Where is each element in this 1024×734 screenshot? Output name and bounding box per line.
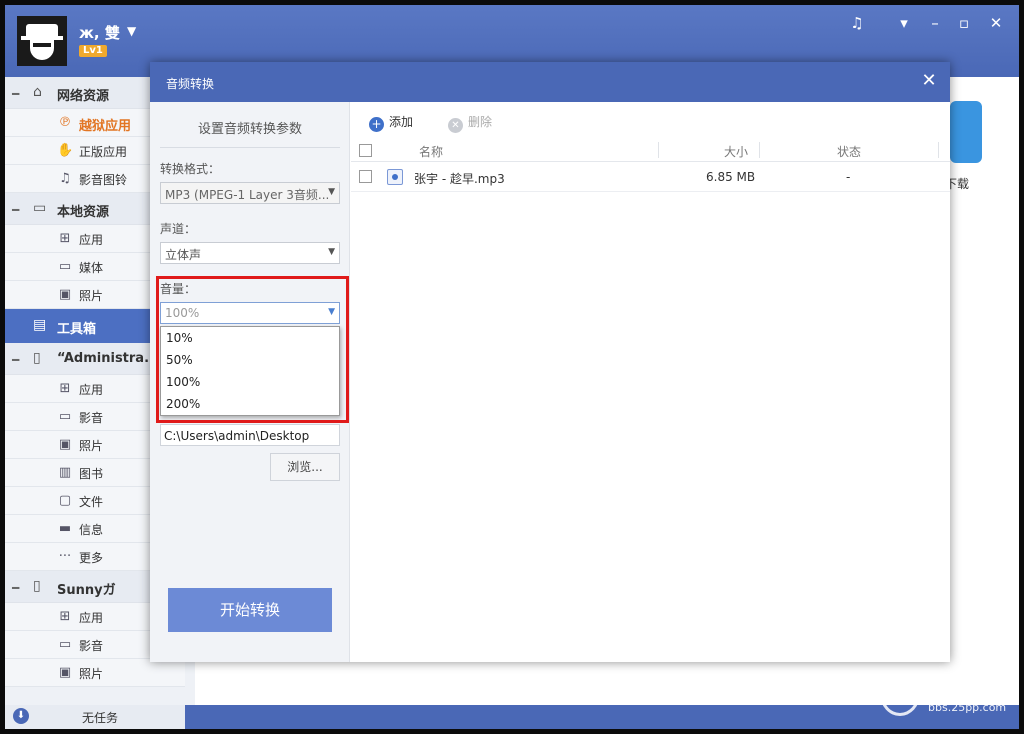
user-menu-caret-icon[interactable]: ▼ bbox=[127, 24, 136, 38]
monitor-icon: ▭ bbox=[33, 200, 47, 216]
file-table: 名称 大小 状态 张宇 - 趁早.mp3 6.85 MB - bbox=[351, 140, 950, 192]
menu-icon[interactable]: ▾ bbox=[892, 13, 916, 33]
audio-file-icon bbox=[387, 169, 403, 185]
photo-icon: ▣ bbox=[58, 665, 72, 680]
sidebar-item-label: 图书 bbox=[79, 467, 104, 481]
add-label: 添加 bbox=[389, 115, 414, 129]
phone-icon: ▯ bbox=[33, 350, 41, 366]
delete-label: 删除 bbox=[468, 115, 493, 129]
sidebar-item-label: 应用 bbox=[79, 383, 104, 397]
panel-title: 设置音频转换参数 bbox=[160, 118, 340, 148]
file-toolbar: + 添加 ✕ 删除 bbox=[351, 102, 950, 140]
pp-logo-icon: P bbox=[880, 672, 920, 716]
photo-icon: ▣ bbox=[58, 287, 72, 302]
output-path-field[interactable]: C:\Users\admin\Desktop bbox=[160, 424, 340, 446]
sidebar-item-label: 照片 bbox=[79, 289, 104, 303]
browse-button[interactable]: 浏览... bbox=[270, 453, 340, 481]
app-store-icon[interactable] bbox=[950, 101, 982, 163]
channel-select[interactable]: 立体声 ▼ bbox=[160, 242, 340, 264]
music-note-icon[interactable]: ♫ bbox=[845, 13, 869, 33]
message-icon: ▬ bbox=[58, 521, 72, 536]
start-convert-button[interactable]: 开始转换 bbox=[168, 588, 332, 632]
sidebar-section-label: 网络资源 bbox=[57, 89, 110, 104]
grid-icon: ⊞ bbox=[59, 609, 71, 624]
select-all-checkbox[interactable] bbox=[359, 144, 372, 157]
download-icon[interactable]: ⬇ bbox=[13, 708, 29, 724]
delete-button[interactable]: ✕ 删除 bbox=[448, 113, 492, 133]
grid-icon: ⊞ bbox=[59, 381, 71, 396]
delete-icon: ✕ bbox=[448, 118, 463, 133]
channel-value: 立体声 bbox=[165, 248, 202, 262]
video-icon: ▭ bbox=[58, 259, 72, 274]
file-name: 张宇 - 趁早.mp3 bbox=[414, 172, 505, 186]
sidebar-item-label: 影音 bbox=[79, 411, 104, 425]
collapse-icon[interactable]: ━ bbox=[12, 353, 19, 367]
sidebar-item-label: 正版应用 bbox=[79, 145, 128, 159]
close-window-icon[interactable]: ✕ bbox=[984, 13, 1008, 33]
sidebar-item-label: 越狱应用 bbox=[79, 119, 132, 134]
table-header: 名称 大小 状态 bbox=[351, 140, 950, 162]
sidebar-item-label: 应用 bbox=[79, 611, 104, 625]
task-status: 无任务 bbox=[82, 711, 119, 725]
sidebar-item-label: 更多 bbox=[79, 551, 104, 565]
close-icon[interactable]: ✕ bbox=[918, 70, 940, 91]
column-header-name[interactable]: 名称 bbox=[419, 143, 443, 160]
grid-icon: ⊞ bbox=[59, 231, 71, 246]
book-icon: ▥ bbox=[58, 465, 72, 480]
file-icon: ▢ bbox=[58, 493, 72, 508]
sidebar-section-label: “Administra... bbox=[57, 351, 159, 366]
sidebar-item-sunny-photos[interactable]: ▣ 照片 bbox=[5, 659, 185, 687]
video-icon: ▭ bbox=[58, 409, 72, 424]
plus-icon: + bbox=[369, 117, 384, 132]
file-status: - bbox=[846, 170, 851, 184]
sidebar-item-label: 影音图铃 bbox=[79, 173, 128, 187]
status-bar: ⬇ 无任务 bbox=[5, 705, 1019, 729]
phone-icon: ▯ bbox=[33, 578, 41, 594]
highlight-annotation bbox=[156, 276, 349, 423]
avatar[interactable] bbox=[17, 16, 67, 66]
sidebar-item-label: 照片 bbox=[79, 667, 104, 681]
collapse-icon[interactable]: ━ bbox=[12, 581, 19, 595]
sidebar-section-label: Sunnyガ bbox=[57, 583, 116, 598]
chevron-down-icon: ▼ bbox=[328, 247, 335, 257]
sidebar-section-label: 工具箱 bbox=[57, 322, 97, 337]
toolbox-icon: ▤ bbox=[33, 317, 47, 333]
column-header-status[interactable]: 状态 bbox=[837, 143, 861, 160]
sidebar-item-label: 文件 bbox=[79, 495, 104, 509]
more-icon: ··· bbox=[58, 549, 72, 564]
format-value: MP3 (MPEG-1 Layer 3音频... bbox=[165, 188, 330, 202]
sidebar-item-label: 应用 bbox=[79, 233, 104, 247]
format-select[interactable]: MP3 (MPEG-1 Layer 3音频... ▼ bbox=[160, 182, 340, 204]
video-icon: ▭ bbox=[58, 637, 72, 652]
column-header-size[interactable]: 大小 bbox=[724, 143, 748, 160]
photo-icon: ▣ bbox=[58, 437, 72, 452]
username[interactable]: ж, 雙 bbox=[79, 22, 120, 43]
channel-label: 声道： bbox=[160, 222, 197, 236]
add-button[interactable]: + 添加 bbox=[369, 113, 413, 132]
maximize-icon[interactable]: ▫ bbox=[952, 13, 976, 33]
collapse-icon[interactable]: ━ bbox=[12, 203, 19, 217]
row-checkbox[interactable] bbox=[359, 170, 372, 183]
table-row[interactable]: 张宇 - 趁早.mp3 6.85 MB - bbox=[351, 162, 950, 192]
pp-icon: ℗ bbox=[58, 115, 72, 130]
home-icon: ⌂ bbox=[33, 84, 42, 100]
collapse-icon[interactable]: ━ bbox=[12, 87, 19, 101]
file-size: 6.85 MB bbox=[706, 170, 756, 184]
watermark-url: bbs.25pp.com bbox=[928, 701, 1007, 714]
thumbs-up-icon: ✋ bbox=[57, 143, 74, 158]
format-label: 转换格式： bbox=[160, 162, 221, 176]
sidebar-item-label: 信息 bbox=[79, 523, 104, 537]
sidebar-item-label: 影音 bbox=[79, 639, 104, 653]
sidebar-item-label: 媒体 bbox=[79, 261, 104, 275]
level-badge: Lv1 bbox=[79, 45, 107, 57]
task-area: ⬇ 无任务 bbox=[5, 705, 185, 729]
music-icon: ♫ bbox=[59, 171, 71, 186]
dialog-title-bar: 音频转换 ✕ bbox=[150, 62, 950, 102]
sidebar-item-label: 照片 bbox=[79, 439, 104, 453]
minimize-icon[interactable]: – bbox=[923, 13, 947, 33]
chevron-down-icon: ▼ bbox=[328, 187, 335, 197]
sidebar-section-label: 本地资源 bbox=[57, 205, 110, 220]
dialog-title: 音频转换 bbox=[166, 77, 215, 91]
